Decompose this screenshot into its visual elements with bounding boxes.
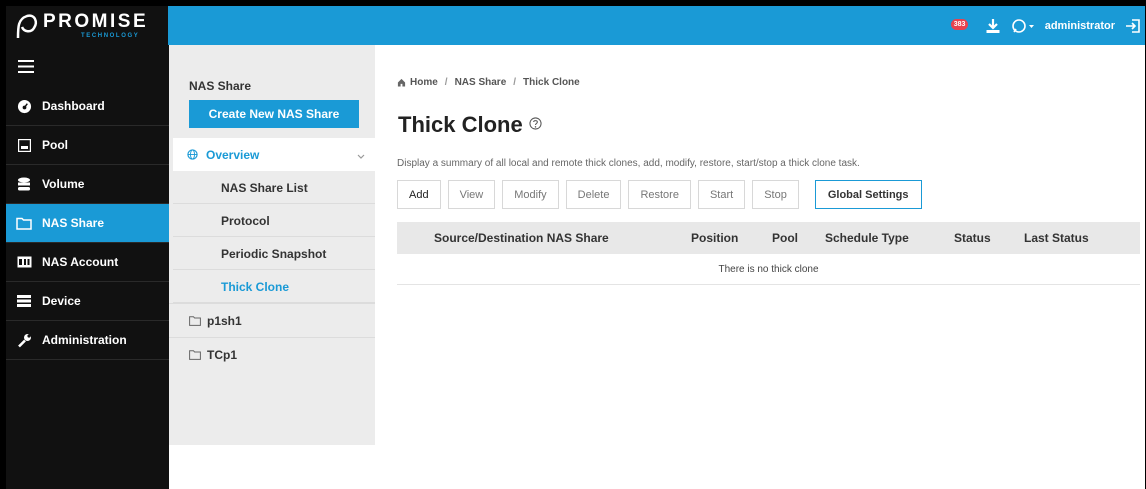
notifications-button[interactable]: 383 — [949, 16, 975, 36]
action-toolbar: Add View Modify Delete Restore Start Sto… — [397, 180, 922, 209]
download-icon[interactable] — [985, 18, 1001, 34]
column-header-last-status[interactable]: Last Status — [1024, 231, 1089, 245]
global-settings-button[interactable]: Global Settings — [814, 180, 922, 209]
app-window: PROMISE TECHNOLOGY 383 administrator Das… — [6, 6, 1145, 489]
promise-logo-mark-icon — [16, 13, 37, 38]
main-sidebar: Dashboard Pool Volume NAS Share NAS Acco… — [6, 45, 169, 489]
main-content: Home / NAS Share / Thick Clone Thick Clo… — [375, 45, 1145, 489]
subnav-item-nas-share-list[interactable]: NAS Share List — [173, 172, 375, 204]
subnav-title: NAS Share — [189, 79, 252, 93]
column-header-schedule-type[interactable]: Schedule Type — [825, 231, 909, 245]
modify-button[interactable]: Modify — [502, 180, 559, 209]
logout-icon[interactable] — [1125, 18, 1141, 34]
stop-button[interactable]: Stop — [752, 180, 799, 209]
sidebar-item-volume[interactable]: Volume — [6, 165, 169, 204]
chat-menu-icon[interactable] — [1011, 18, 1035, 34]
globe-icon — [187, 149, 198, 160]
notification-count-badge: 383 — [950, 18, 969, 30]
pool-icon — [16, 137, 32, 153]
promise-logo[interactable]: PROMISE TECHNOLOGY — [6, 6, 168, 45]
column-header-position[interactable]: Position — [691, 231, 738, 245]
brand-subtitle: TECHNOLOGY — [81, 33, 140, 39]
subnav-item-overview[interactable]: Overview — [173, 138, 375, 171]
sidebar-item-label: NAS Account — [42, 255, 119, 269]
folder-icon — [189, 349, 201, 360]
subnav-item-periodic-snapshot[interactable]: Periodic Snapshot — [173, 238, 375, 270]
breadcrumb-nas-share[interactable]: NAS Share — [455, 77, 507, 88]
top-header: PROMISE TECHNOLOGY 383 administrator — [6, 6, 1145, 45]
subnav-folder-tcp1[interactable]: TCp1 — [169, 337, 375, 371]
breadcrumb-home[interactable]: Home — [410, 77, 438, 88]
breadcrumb-thick-clone: Thick Clone — [523, 77, 580, 88]
nas-share-subnav: NAS Share Create New NAS Share Overview … — [169, 45, 375, 445]
start-button[interactable]: Start — [697, 180, 746, 209]
dashboard-icon — [16, 98, 32, 114]
sidebar-item-dashboard[interactable]: Dashboard — [6, 87, 169, 126]
restore-button[interactable]: Restore — [628, 180, 691, 209]
column-header-status[interactable]: Status — [954, 231, 991, 245]
table-empty-message: There is no thick clone — [397, 254, 1140, 285]
create-nas-share-button[interactable]: Create New NAS Share — [189, 100, 359, 128]
brand-name: PROMISE — [43, 11, 149, 32]
breadcrumb: Home / NAS Share / Thick Clone — [397, 77, 580, 88]
sidebar-item-pool[interactable]: Pool — [6, 126, 169, 165]
delete-button[interactable]: Delete — [565, 180, 622, 209]
page-title: Thick Clone — [398, 112, 523, 137]
sidebar-item-label: Administration — [42, 333, 127, 347]
sidebar-item-nas-account[interactable]: NAS Account — [6, 243, 169, 282]
table-header: Source/Destination NAS Share Position Po… — [397, 222, 1140, 254]
column-header-pool[interactable]: Pool — [772, 231, 798, 245]
page-title-row: Thick Clone — [398, 112, 542, 138]
folder-icon — [189, 315, 201, 326]
folder-icon — [16, 215, 32, 231]
sidebar-item-label: Device — [42, 294, 81, 308]
account-icon — [16, 254, 32, 270]
page-description: Display a summary of all local and remot… — [397, 158, 860, 169]
subnav-folder-p1sh1[interactable]: p1sh1 — [169, 303, 375, 337]
sidebar-item-label: Volume — [42, 177, 85, 191]
sidebar-item-label: Pool — [42, 138, 68, 152]
home-icon — [397, 78, 406, 87]
volume-icon — [16, 176, 32, 192]
add-button[interactable]: Add — [397, 180, 441, 209]
chevron-down-icon — [357, 149, 365, 163]
hamburger-menu-icon[interactable] — [6, 45, 169, 87]
subnav-item-thick-clone[interactable]: Thick Clone — [173, 271, 375, 303]
help-icon[interactable] — [529, 110, 542, 136]
folder-label: TCp1 — [207, 347, 237, 362]
overview-label: Overview — [206, 147, 260, 162]
username-label[interactable]: administrator — [1045, 20, 1115, 32]
wrench-icon — [16, 332, 32, 348]
device-icon — [16, 293, 32, 309]
sidebar-item-device[interactable]: Device — [6, 282, 169, 321]
sidebar-item-nas-share[interactable]: NAS Share — [6, 204, 169, 243]
sidebar-item-label: Dashboard — [42, 99, 105, 113]
sidebar-item-administration[interactable]: Administration — [6, 321, 169, 360]
view-button[interactable]: View — [447, 180, 496, 209]
folder-label: p1sh1 — [207, 313, 242, 328]
subnav-item-protocol[interactable]: Protocol — [173, 205, 375, 237]
column-header-source-destination[interactable]: Source/Destination NAS Share — [434, 231, 609, 245]
sidebar-item-label: NAS Share — [42, 216, 105, 230]
